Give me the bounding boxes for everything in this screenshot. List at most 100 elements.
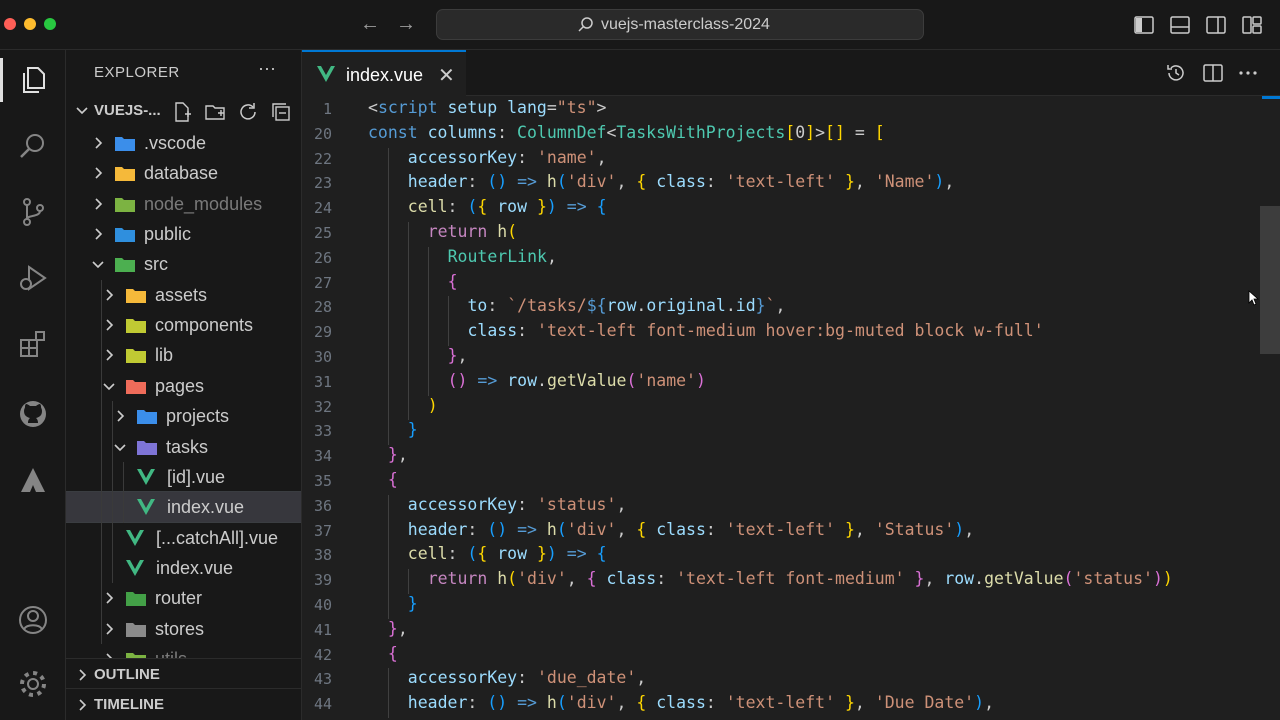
search-icon[interactable] bbox=[0, 118, 66, 174]
extensions-icon[interactable] bbox=[0, 316, 66, 372]
code-text: header: () => h('div', { class: 'text-le… bbox=[407, 172, 955, 192]
folder-icon bbox=[137, 410, 157, 425]
line-number: 36 bbox=[313, 496, 332, 515]
toggle-primary-sidebar-icon[interactable] bbox=[1133, 14, 1155, 36]
indent-guide bbox=[447, 296, 449, 322]
window-maximize-button[interactable] bbox=[44, 18, 56, 30]
mouse-pointer-icon bbox=[1248, 290, 1260, 306]
line-number: 23 bbox=[313, 174, 332, 193]
tree-item-label: router bbox=[155, 588, 203, 609]
line-number: 1 bbox=[322, 100, 332, 118]
code-line: 36 accessorKey: 'status', bbox=[302, 495, 1262, 520]
window-close-button[interactable] bbox=[4, 18, 16, 30]
outline-section[interactable]: OUTLINE bbox=[66, 658, 301, 688]
close-icon[interactable]: ✕ bbox=[438, 63, 455, 88]
manage-gear-icon[interactable] bbox=[0, 656, 66, 712]
github-icon[interactable] bbox=[0, 386, 66, 442]
indent-guide bbox=[101, 279, 102, 644]
code-text: () => row.getValue('name') bbox=[447, 370, 706, 390]
code-text: accessorKey: 'status', bbox=[407, 494, 627, 514]
tab-index-vue[interactable]: index.vue ✕ bbox=[302, 50, 466, 96]
tree-item-label: [id].vue bbox=[167, 466, 226, 487]
code-text: return h( bbox=[427, 222, 518, 241]
tree-item-label: [...catchAll].vue bbox=[156, 527, 279, 548]
more-actions-icon[interactable]: ··· bbox=[258, 58, 276, 79]
line-number: 39 bbox=[313, 571, 332, 590]
activity-bar bbox=[0, 50, 66, 720]
tree-folder-node_modules[interactable]: node_modules bbox=[66, 189, 301, 219]
editor-scrollbar-thumb[interactable] bbox=[1260, 206, 1280, 354]
customize-layout-icon[interactable] bbox=[1241, 14, 1263, 36]
indent-guide bbox=[112, 401, 113, 584]
outline-label: OUTLINE bbox=[94, 666, 160, 683]
tree-folder-src[interactable]: src bbox=[66, 249, 301, 279]
tree-folder-public[interactable]: public bbox=[66, 219, 301, 249]
chevron-right-icon bbox=[106, 349, 114, 362]
indent-guide bbox=[387, 519, 389, 545]
line-number: 41 bbox=[313, 620, 332, 639]
line-number: 24 bbox=[313, 199, 332, 218]
code-line: 33} bbox=[302, 420, 1262, 445]
workspace-folder-header[interactable]: VUEJS-... bbox=[66, 98, 301, 124]
arrow-left-icon[interactable]: ← bbox=[358, 12, 382, 36]
indent-guide bbox=[387, 197, 389, 222]
explorer-icon[interactable] bbox=[0, 52, 66, 108]
tree-folder-database[interactable]: database bbox=[66, 158, 301, 188]
indent-guide bbox=[387, 420, 389, 446]
scrollbar-cursor-marker bbox=[1262, 96, 1280, 99]
split-editor-icon[interactable] bbox=[1202, 62, 1224, 84]
tree-item-label: projects bbox=[166, 406, 230, 427]
code-text: class: 'text-left font-medium hover:bg-m… bbox=[467, 321, 1044, 341]
code-editor[interactable]: 1 <script setup lang="ts"> 20 const columns… bbox=[302, 96, 1280, 720]
folder-icon bbox=[126, 349, 146, 364]
tree-item-label: lib bbox=[155, 345, 174, 366]
code-line: 26 RouterLink, bbox=[302, 247, 1262, 272]
more-actions-icon[interactable] bbox=[1237, 62, 1259, 84]
indent-guide bbox=[407, 346, 409, 371]
line-number: 35 bbox=[313, 472, 332, 490]
line-number: 42 bbox=[313, 645, 332, 664]
editor-tab-bar: index.vue ✕ bbox=[302, 50, 1280, 96]
code-line: 23 header: () => h('div', { class: 'text-… bbox=[302, 172, 1262, 197]
new-file-icon[interactable] bbox=[171, 101, 193, 123]
tree-item-label: node_modules bbox=[144, 193, 263, 214]
toggle-secondary-sidebar-icon[interactable] bbox=[1205, 14, 1227, 36]
code-line: 42 { bbox=[302, 644, 1262, 669]
code-line: 25 return h( bbox=[302, 222, 1262, 247]
window-minimize-button[interactable] bbox=[24, 18, 36, 30]
source-control-icon[interactable] bbox=[0, 184, 66, 240]
indent-guide bbox=[407, 395, 409, 421]
indent-guide bbox=[427, 271, 429, 297]
collapse-all-icon[interactable] bbox=[270, 101, 292, 123]
new-folder-icon[interactable] bbox=[204, 101, 226, 123]
refresh-icon[interactable] bbox=[237, 101, 259, 123]
indent-guide bbox=[427, 370, 429, 396]
tree-item-label: pages bbox=[155, 375, 205, 396]
run-debug-icon[interactable] bbox=[0, 250, 66, 306]
indent-guide bbox=[387, 271, 389, 297]
chevron-right-icon bbox=[95, 228, 103, 240]
command-center-search[interactable]: vuejs-masterclass-2024 bbox=[436, 9, 924, 40]
indent-guide bbox=[407, 370, 409, 396]
chevron-right-icon bbox=[95, 167, 103, 179]
indent-guide bbox=[387, 172, 389, 198]
indent-guide bbox=[427, 246, 429, 272]
toggle-panel-icon[interactable] bbox=[1169, 14, 1191, 36]
arrow-right-icon[interactable]: → bbox=[394, 12, 418, 36]
chevron-down-icon bbox=[76, 107, 88, 115]
code-text: const columns: ColumnDef<TasksWithProjec… bbox=[368, 122, 885, 142]
triangle-extension-icon[interactable] bbox=[0, 452, 66, 508]
code-text: ) bbox=[427, 395, 438, 415]
explorer-sidebar: EXPLORER ··· VUEJS-... .vscode database no… bbox=[66, 50, 302, 720]
folder-icon bbox=[115, 258, 135, 273]
code-line: 22 accessorKey: 'name', bbox=[302, 148, 1262, 173]
tree-folder-.vscode[interactable]: .vscode bbox=[66, 128, 301, 158]
tree-item-label: database bbox=[144, 163, 219, 184]
indent-guide bbox=[387, 668, 389, 694]
vue-file-icon bbox=[137, 499, 155, 516]
timeline-history-icon[interactable] bbox=[1165, 62, 1187, 84]
tree-item-label: index.vue bbox=[167, 497, 245, 518]
timeline-section[interactable]: TIMELINE bbox=[66, 688, 301, 718]
accounts-icon[interactable] bbox=[0, 592, 66, 648]
code-text: header: () => h('div', { class: 'text-le… bbox=[407, 519, 975, 539]
